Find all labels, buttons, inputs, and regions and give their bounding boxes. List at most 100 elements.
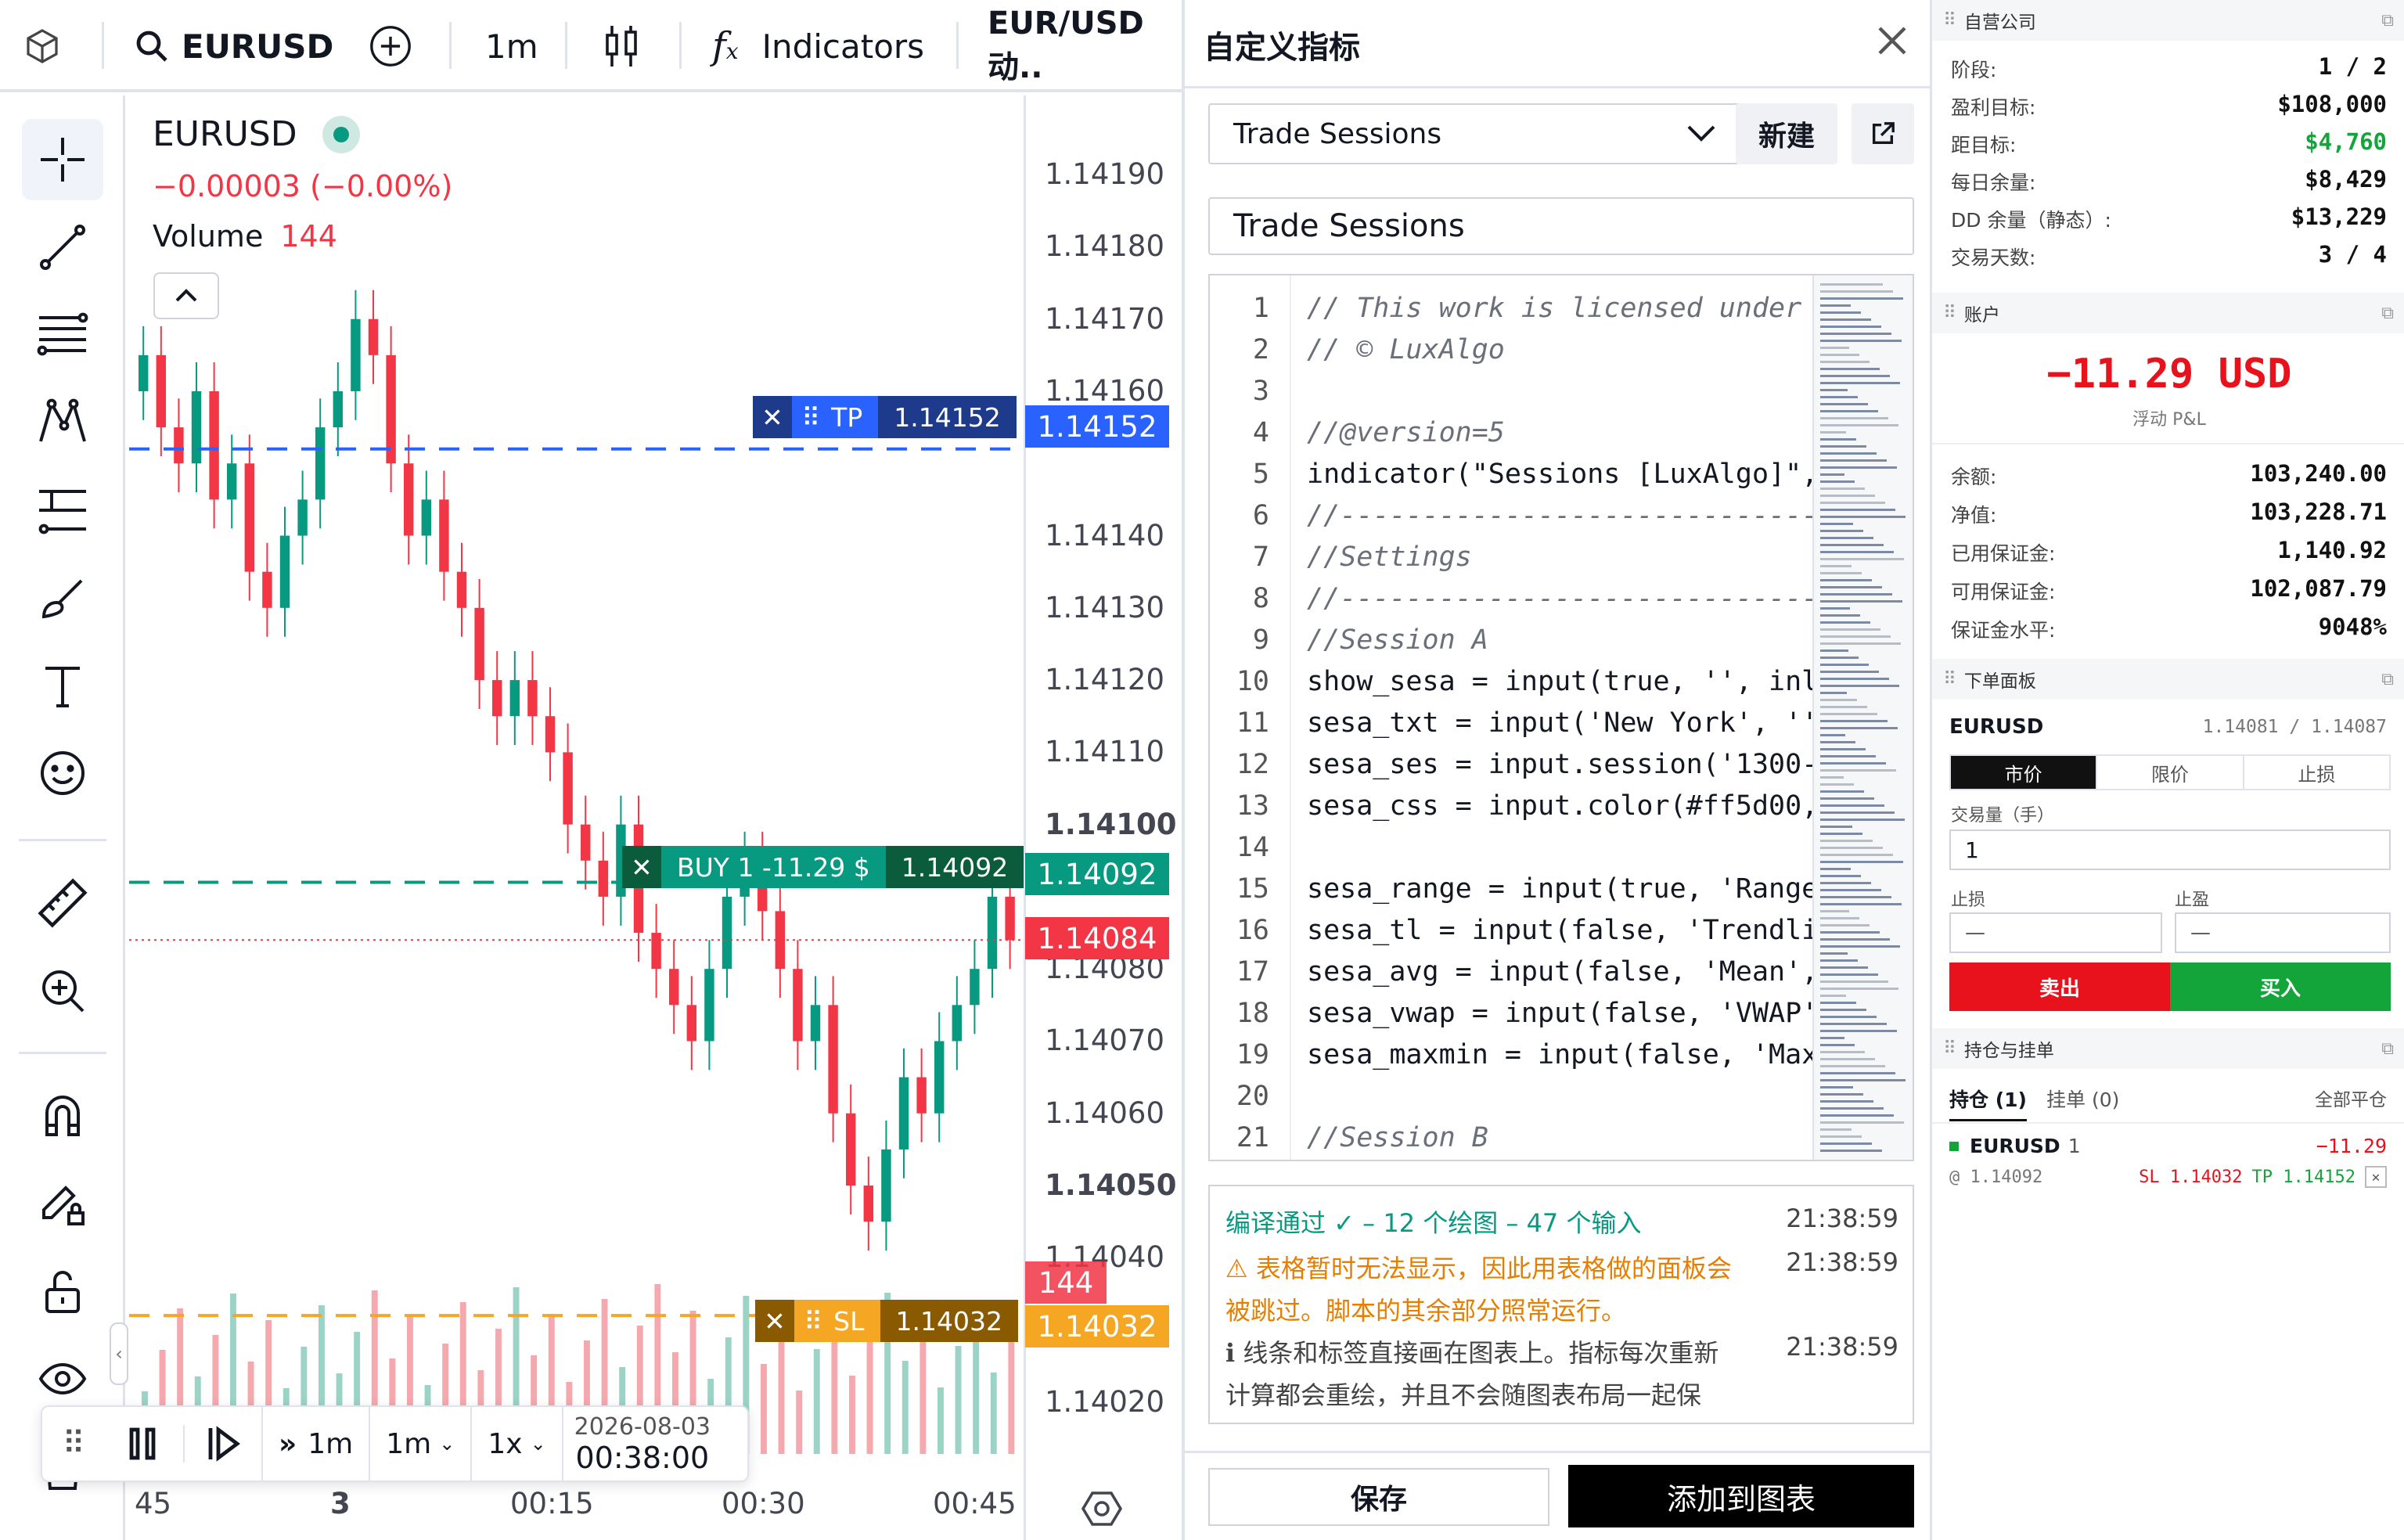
chart-settings-icon[interactable] — [1081, 1488, 1123, 1532]
position-row[interactable]: EURUSD 1 — [1949, 1135, 2081, 1157]
new-script-button[interactable]: 新建 — [1736, 103, 1837, 164]
collapse-icon[interactable]: ⧉ — [2381, 11, 2394, 31]
jump-button[interactable]: » 1m — [261, 1405, 369, 1482]
save-button[interactable]: 保存 — [1208, 1468, 1549, 1526]
close-position-icon[interactable]: ✕ — [2365, 1166, 2387, 1188]
time-tick-label: 00:15 — [510, 1487, 594, 1520]
prop-row-label: 阶段: — [1951, 59, 1997, 81]
drag-handle-icon[interactable]: ⠿ — [804, 1306, 822, 1337]
replay-speed-select[interactable]: 1x ⌄ — [470, 1405, 561, 1482]
replay-datetime[interactable]: 2026-08-03 00:38:00 — [561, 1405, 722, 1482]
candle-body — [545, 716, 556, 753]
chart-canvas[interactable] — [129, 95, 1180, 1540]
interval-button[interactable]: 1m — [485, 0, 538, 92]
selected-script: Trade Sessions — [1233, 117, 1442, 150]
close-sl-icon[interactable]: ✕ — [755, 1300, 794, 1342]
position-sltp: SL 1.14032 TP 1.14152 ✕ — [2139, 1166, 2387, 1188]
expand-toolbar-button[interactable]: ‹ — [110, 1322, 128, 1385]
buy-button[interactable]: 买入 — [2170, 962, 2391, 1011]
candle-body — [704, 969, 714, 1042]
tab-limit[interactable]: 限价 — [2096, 756, 2242, 789]
magnet-icon[interactable] — [22, 1075, 103, 1157]
custom-indicator-panel: 自定义指标 Trade Sessions 新建 Trade Sessions 1… — [1182, 0, 1933, 1540]
candle-body — [492, 680, 502, 717]
long-position-icon[interactable] — [22, 470, 103, 551]
unlock-icon[interactable] — [22, 1250, 103, 1332]
console-message-info: ℹ 线条和标签直接画在图表上。指标每次重新计算都会重绘，并且不会随图表布局一起保… — [1225, 1338, 1719, 1410]
volume-bar — [937, 1387, 944, 1454]
drag-handle-icon[interactable]: ⠿ — [42, 1426, 105, 1462]
fib-retracement-icon[interactable] — [22, 294, 103, 376]
candle-body — [987, 896, 998, 970]
ruler-icon[interactable] — [22, 862, 103, 944]
add-to-chart-button[interactable]: 添加到图表 — [1568, 1465, 1914, 1527]
buy-position-label[interactable]: ✕ BUY 1 -11.29 $ 1.14092 — [622, 846, 1024, 888]
close-icon[interactable]: ✕ — [753, 396, 792, 438]
collapse-icon[interactable]: ⧉ — [2381, 304, 2394, 323]
tp-order-label[interactable]: ✕ ⠿ TP 1.14152 — [753, 396, 1017, 438]
tab-positions[interactable]: 持仓 (1) — [1949, 1085, 2027, 1121]
candle-body — [651, 933, 661, 970]
add-symbol-button[interactable] — [368, 0, 413, 92]
drag-handle-icon[interactable]: ⠿ — [1943, 303, 1956, 323]
close-position-icon[interactable]: ✕ — [622, 846, 661, 888]
qty-input[interactable]: 1 — [1949, 829, 2391, 870]
volume-badge: 144 — [1025, 1261, 1107, 1304]
close-all-button[interactable]: 全部平仓 — [2315, 1085, 2387, 1111]
layout-title[interactable]: EUR/USD 动.. — [988, 0, 1182, 92]
step-forward-icon — [208, 1426, 240, 1462]
text-icon[interactable] — [22, 645, 103, 726]
brush-icon[interactable] — [22, 557, 103, 639]
candle-body — [297, 499, 308, 536]
symbol-search[interactable]: EURUSD — [133, 0, 333, 92]
drag-handle-icon[interactable]: ⠿ — [1943, 1038, 1956, 1059]
candle-body — [563, 752, 573, 825]
line-number: 12 — [1236, 749, 1269, 780]
sl-order-label[interactable]: ✕ ⠿ SL 1.14032 — [755, 1300, 1018, 1342]
pattern-icon[interactable] — [22, 382, 103, 463]
crosshair-icon[interactable] — [22, 119, 103, 200]
step-forward-button[interactable] — [183, 1425, 261, 1463]
chart-area[interactable] — [129, 95, 1180, 1540]
line-number: 20 — [1236, 1081, 1269, 1112]
time-tick-label: 00:45 — [933, 1487, 1017, 1520]
drag-handle-icon[interactable]: ⠿ — [801, 402, 820, 433]
candle-body — [863, 1186, 874, 1222]
console-output: 编译通过 ✓ – 12 个绘图 – 47 个输入 21:38:59 ⚠ 表格暂时… — [1208, 1185, 1914, 1424]
lock-pencil-icon[interactable] — [22, 1163, 103, 1244]
drag-handle-icon[interactable]: ⠿ — [1943, 669, 1956, 689]
console-time: 21:38:59 — [1786, 1247, 1898, 1277]
zoom-in-icon[interactable] — [22, 950, 103, 1031]
floating-pnl-label: 浮动 P&L — [2132, 410, 2206, 430]
sell-button[interactable]: 卖出 — [1949, 962, 2170, 1011]
line-number: 18 — [1236, 998, 1269, 1029]
open-external-button[interactable] — [1852, 103, 1914, 164]
volume-bar — [796, 1391, 803, 1454]
collapse-icon[interactable]: ⧉ — [2381, 670, 2394, 689]
collapse-icon[interactable]: ⧉ — [2381, 1039, 2394, 1059]
cube-icon[interactable] — [23, 0, 61, 92]
candle-body — [209, 390, 219, 500]
script-name-field[interactable]: Trade Sessions — [1208, 197, 1914, 255]
candle-body — [793, 969, 803, 1042]
candle-body — [244, 463, 255, 572]
account-header: ⠿ 账户 ⧉ — [1932, 293, 2404, 333]
code-editor[interactable]: 1 // This work is licensed under a 2 // © L… — [1208, 274, 1914, 1161]
emoji-icon[interactable] — [22, 732, 103, 814]
replay-interval-select[interactable]: 1m ⌄ — [369, 1405, 470, 1482]
code-minimap[interactable] — [1812, 275, 1913, 1160]
tab-market[interactable]: 市价 — [1951, 756, 2096, 789]
tab-stop[interactable]: 止损 — [2242, 756, 2389, 789]
trendline-icon[interactable] — [22, 207, 103, 288]
candles-icon[interactable] — [603, 0, 640, 92]
pause-button[interactable] — [105, 1427, 183, 1461]
collapse-legend-button[interactable] — [153, 272, 219, 319]
indicators-button[interactable]: fx Indicators — [712, 0, 924, 92]
top-toolbar: EURUSD 1m fx Indicators EUR/USD 动.. — [0, 0, 1182, 92]
tp-input[interactable]: — — [2175, 912, 2391, 953]
sl-input[interactable]: — — [1949, 912, 2162, 953]
close-panel-button[interactable] — [1875, 23, 1909, 61]
script-select[interactable]: Trade Sessions — [1208, 103, 1740, 164]
drag-handle-icon[interactable]: ⠿ — [1943, 10, 1956, 31]
tab-orders[interactable]: 挂单 (0) — [2046, 1085, 2119, 1113]
